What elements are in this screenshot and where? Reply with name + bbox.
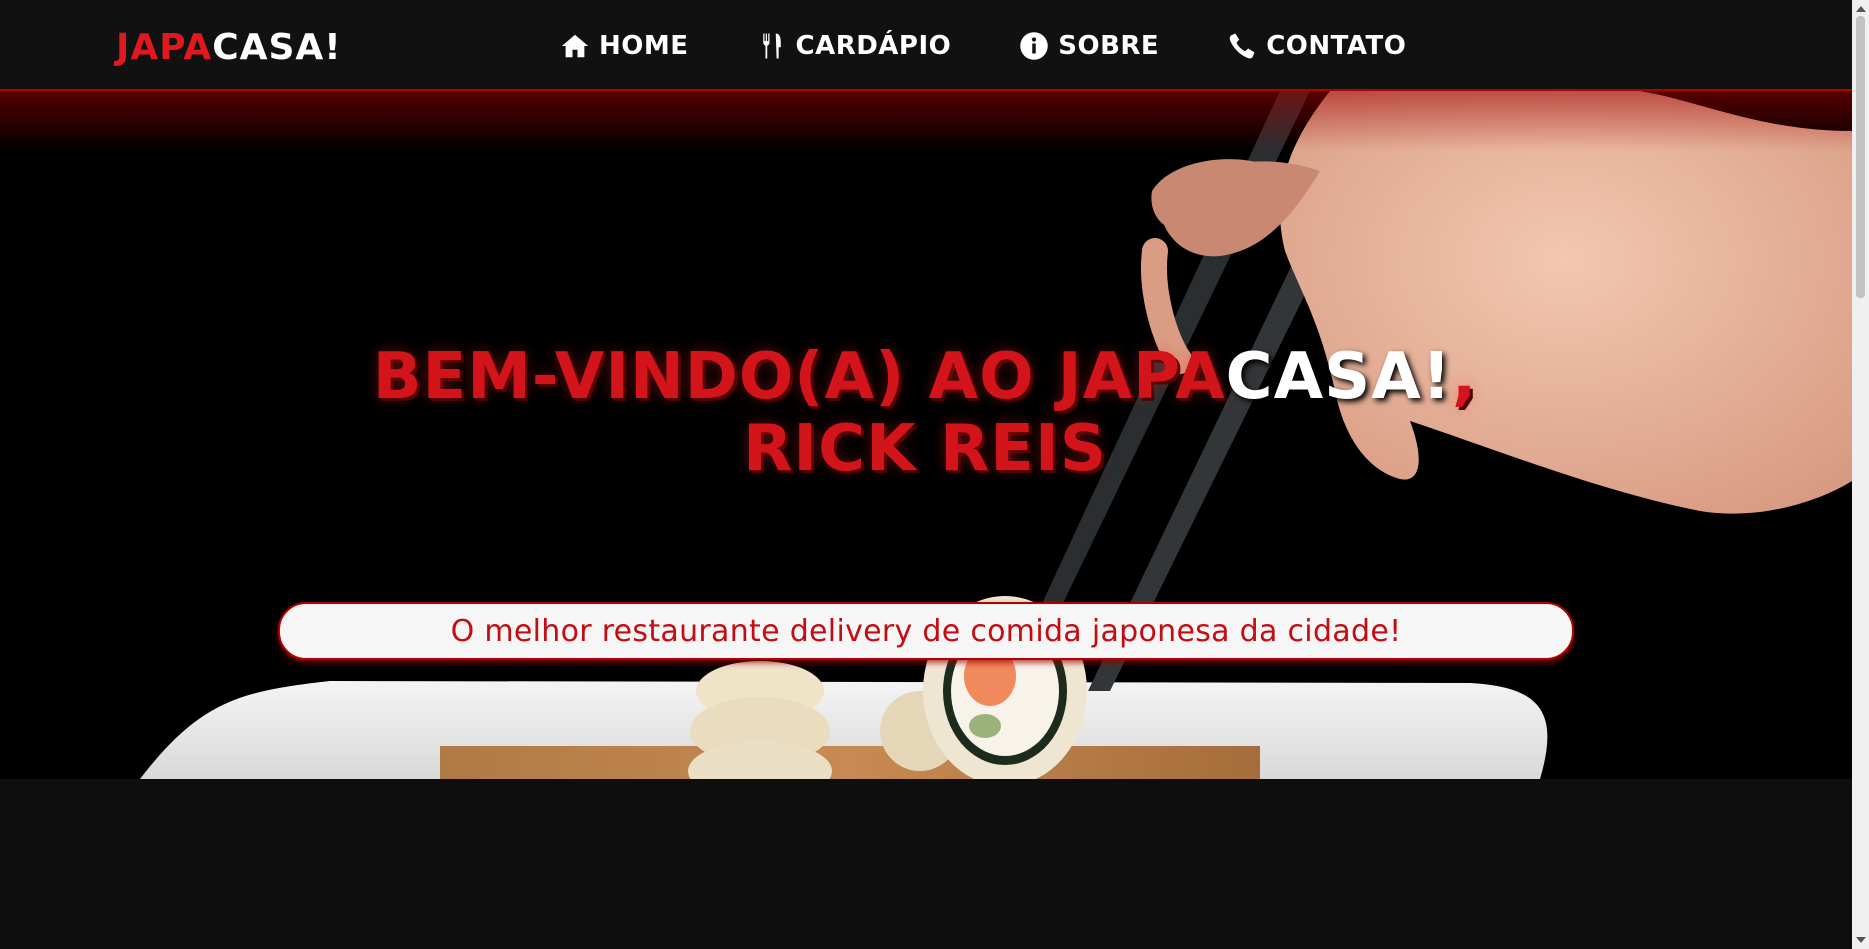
brand-logo[interactable]: JAPACASA!: [116, 26, 342, 70]
headline-white: CASA!: [1225, 339, 1452, 414]
headline-red: BEM-VINDO(A) AO JAPA: [372, 339, 1226, 414]
nav-item-label: CONTATO: [1266, 31, 1407, 61]
scroll-up-icon[interactable]: [1856, 6, 1866, 12]
nav-item-label: CARDÁPIO: [795, 31, 952, 61]
brand-logo-white: CASA!: [212, 27, 342, 68]
scroll-thumb[interactable]: [1856, 16, 1865, 298]
hero-section: BEM-VINDO(A) AO JAPACASA!, RICK REIS O m…: [0, 91, 1852, 779]
scrollbar[interactable]: [1852, 0, 1869, 949]
navbar: JAPACASA! HOME CARDÁPIO SOBRE CONTATO: [0, 0, 1852, 91]
fork-knife-icon: [762, 33, 781, 59]
nav-item-contato[interactable]: CONTATO: [1227, 31, 1406, 61]
main-nav: HOME CARDÁPIO SOBRE CONTATO: [560, 26, 1406, 66]
headline-comma: ,: [1451, 339, 1478, 414]
info-icon: [1020, 32, 1049, 60]
scroll-down-icon[interactable]: [1856, 937, 1866, 943]
home-icon: [561, 34, 589, 58]
tagline: O melhor restaurante delivery de comida …: [450, 613, 1402, 649]
nav-item-cardapio[interactable]: CARDÁPIO: [757, 31, 952, 61]
page: JAPACASA! HOME CARDÁPIO SOBRE CONTATO BE…: [0, 0, 1852, 949]
welcome-headline: BEM-VINDO(A) AO JAPACASA!, RICK REIS: [340, 341, 1510, 485]
brand-logo-red: JAPA: [116, 27, 213, 68]
nav-item-label: SOBRE: [1058, 31, 1160, 61]
user-name: RICK REIS: [743, 411, 1107, 486]
hero-top-glow: [0, 91, 1852, 151]
tagline-box: O melhor restaurante delivery de comida …: [278, 602, 1574, 660]
nav-item-label: HOME: [599, 31, 689, 61]
nav-item-home[interactable]: HOME: [560, 31, 689, 61]
phone-icon: [1229, 33, 1255, 59]
nav-item-sobre[interactable]: SOBRE: [1019, 31, 1159, 61]
